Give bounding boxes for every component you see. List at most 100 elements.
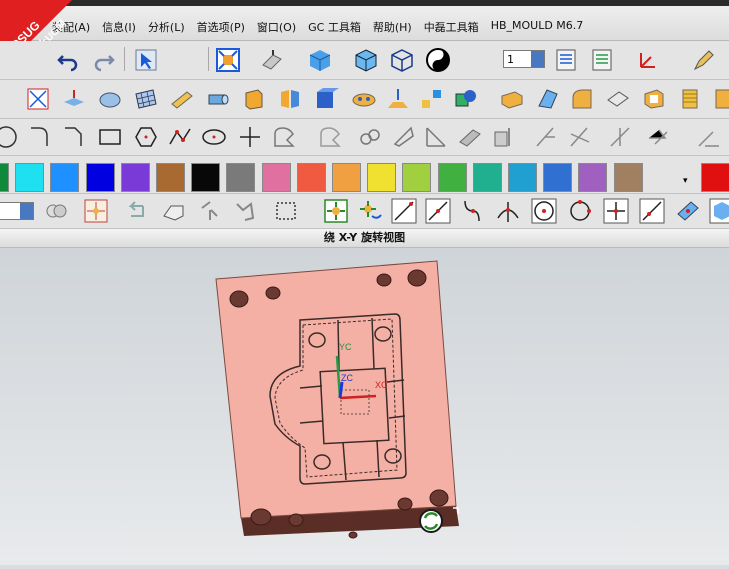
color-swatch[interactable] [120, 163, 150, 192]
menu-window[interactable]: 窗口(O) [257, 19, 296, 35]
join-curve-button[interactable] [356, 123, 384, 151]
curve-length-button[interactable] [456, 123, 484, 151]
ellipse-button[interactable] [200, 123, 228, 151]
revolve-button[interactable] [96, 85, 124, 113]
rectangle-select-button[interactable] [272, 197, 300, 225]
render-style-button[interactable] [424, 46, 452, 74]
color-swatch[interactable] [226, 163, 256, 192]
color-swatch[interactable] [85, 163, 115, 192]
color-swatch[interactable] [508, 163, 537, 192]
spline-button[interactable] [166, 123, 194, 151]
trim-corner-button[interactable] [532, 123, 560, 151]
move-object-button[interactable] [418, 85, 446, 113]
curve-fillet-edit-button[interactable] [694, 123, 722, 151]
circle-button[interactable] [0, 123, 20, 151]
extend-curve-button[interactable] [606, 123, 634, 151]
snap-intersection-button[interactable] [494, 197, 522, 225]
selection-scope-button[interactable] [42, 197, 70, 225]
layer-dropdown[interactable]: 1 [503, 50, 545, 68]
snap-control-point-button[interactable] [458, 197, 486, 225]
divide-curve-button[interactable] [422, 123, 450, 151]
unite-button[interactable] [452, 85, 480, 113]
type-filter-dropdown[interactable] [0, 202, 34, 220]
pocket-button[interactable] [276, 85, 304, 113]
edit-object-button[interactable] [690, 46, 718, 74]
menu-gc-toolkit[interactable]: GC 工具箱 [308, 19, 361, 35]
shaded-button[interactable] [306, 46, 334, 74]
extract-curve-button[interactable] [490, 123, 518, 151]
color-swatch[interactable] [15, 163, 45, 192]
palette-overflow-icon[interactable]: ▾ [683, 176, 688, 186]
wcs-button[interactable] [258, 46, 286, 74]
fillet-curve-button[interactable] [26, 123, 54, 151]
hole-button[interactable] [712, 85, 729, 113]
menu-preferences[interactable]: 首选项(P) [197, 19, 245, 35]
chamfer-button[interactable] [604, 85, 632, 113]
select-button[interactable] [132, 46, 160, 74]
curve-edit-button[interactable] [644, 123, 672, 151]
color-swatch[interactable] [156, 163, 185, 192]
color-swatch[interactable] [332, 163, 361, 192]
thread-button[interactable] [676, 85, 704, 113]
polygon-button[interactable] [132, 123, 160, 151]
wireframe-button[interactable] [388, 46, 416, 74]
snap-endpoint-button[interactable] [390, 197, 418, 225]
undo-button[interactable] [54, 46, 82, 74]
menu-hb-mould[interactable]: HB_MOULD M6.7 [491, 19, 584, 35]
snap-quadrant-button[interactable] [566, 197, 594, 225]
mold-plate-model[interactable]: YC ZC XC [0, 248, 729, 565]
sketch-button[interactable] [24, 85, 52, 113]
trim-body-button[interactable] [498, 85, 526, 113]
redo-button[interactable] [90, 46, 118, 74]
color-swatch[interactable] [261, 163, 291, 192]
rectangle-button[interactable] [96, 123, 124, 151]
menu-information[interactable]: 信息(I) [102, 19, 136, 35]
offset-curve-button[interactable] [270, 123, 298, 151]
mirror-button[interactable] [384, 85, 412, 113]
menu-help[interactable]: 帮助(H) [373, 19, 412, 35]
snap-point-on-face-button[interactable] [674, 197, 702, 225]
trim-curve-button[interactable] [390, 123, 418, 151]
graphics-viewport[interactable]: YC ZC XC [0, 248, 729, 565]
snap-existing-point-button[interactable] [602, 197, 630, 225]
pattern-button[interactable] [350, 85, 378, 113]
select-all-button[interactable] [322, 197, 350, 225]
layer-settings-button[interactable] [552, 46, 580, 74]
point-button[interactable] [236, 123, 264, 151]
chamfer-curve-button[interactable] [60, 123, 88, 151]
menu-analysis[interactable]: 分析(L) [148, 19, 185, 35]
edge-blend-button[interactable] [568, 85, 596, 113]
color-swatch[interactable] [701, 163, 729, 192]
color-swatch[interactable] [578, 163, 608, 192]
shaded-edges-button[interactable] [352, 46, 380, 74]
project-curve-button[interactable] [316, 123, 344, 151]
face-offset-button[interactable] [168, 85, 196, 113]
color-swatch[interactable] [437, 163, 467, 192]
cylinder-button[interactable] [204, 85, 232, 113]
snap-grid-button[interactable] [196, 197, 224, 225]
layer-move-button[interactable] [588, 46, 616, 74]
wcs-orient-button[interactable] [634, 46, 662, 74]
color-swatch[interactable] [543, 163, 573, 192]
show-hide-button[interactable] [160, 197, 188, 225]
menu-zhonglei-toolkit[interactable]: 中磊工具箱 [424, 19, 479, 35]
color-swatch[interactable] [296, 163, 326, 192]
snap-midpoint-button[interactable] [424, 197, 452, 225]
deselect-button[interactable] [356, 197, 384, 225]
block-button[interactable] [240, 85, 268, 113]
snap-bounded-grid-button[interactable] [708, 197, 729, 225]
color-swatch[interactable] [367, 163, 397, 192]
box-button[interactable] [312, 85, 340, 113]
mesh-surface-button[interactable] [132, 85, 160, 113]
color-swatch[interactable] [191, 163, 221, 192]
class-selection-button[interactable] [230, 197, 258, 225]
draft-button[interactable] [534, 85, 562, 113]
curve-intersect-button[interactable] [566, 123, 594, 151]
snap-point-button[interactable] [82, 197, 110, 225]
fit-view-button[interactable] [214, 46, 242, 74]
shell-button[interactable] [640, 85, 668, 113]
snap-point-on-curve-button[interactable] [638, 197, 666, 225]
color-swatch[interactable] [472, 163, 502, 192]
snap-arc-center-button[interactable] [530, 197, 558, 225]
undo-selection-button[interactable] [122, 197, 150, 225]
